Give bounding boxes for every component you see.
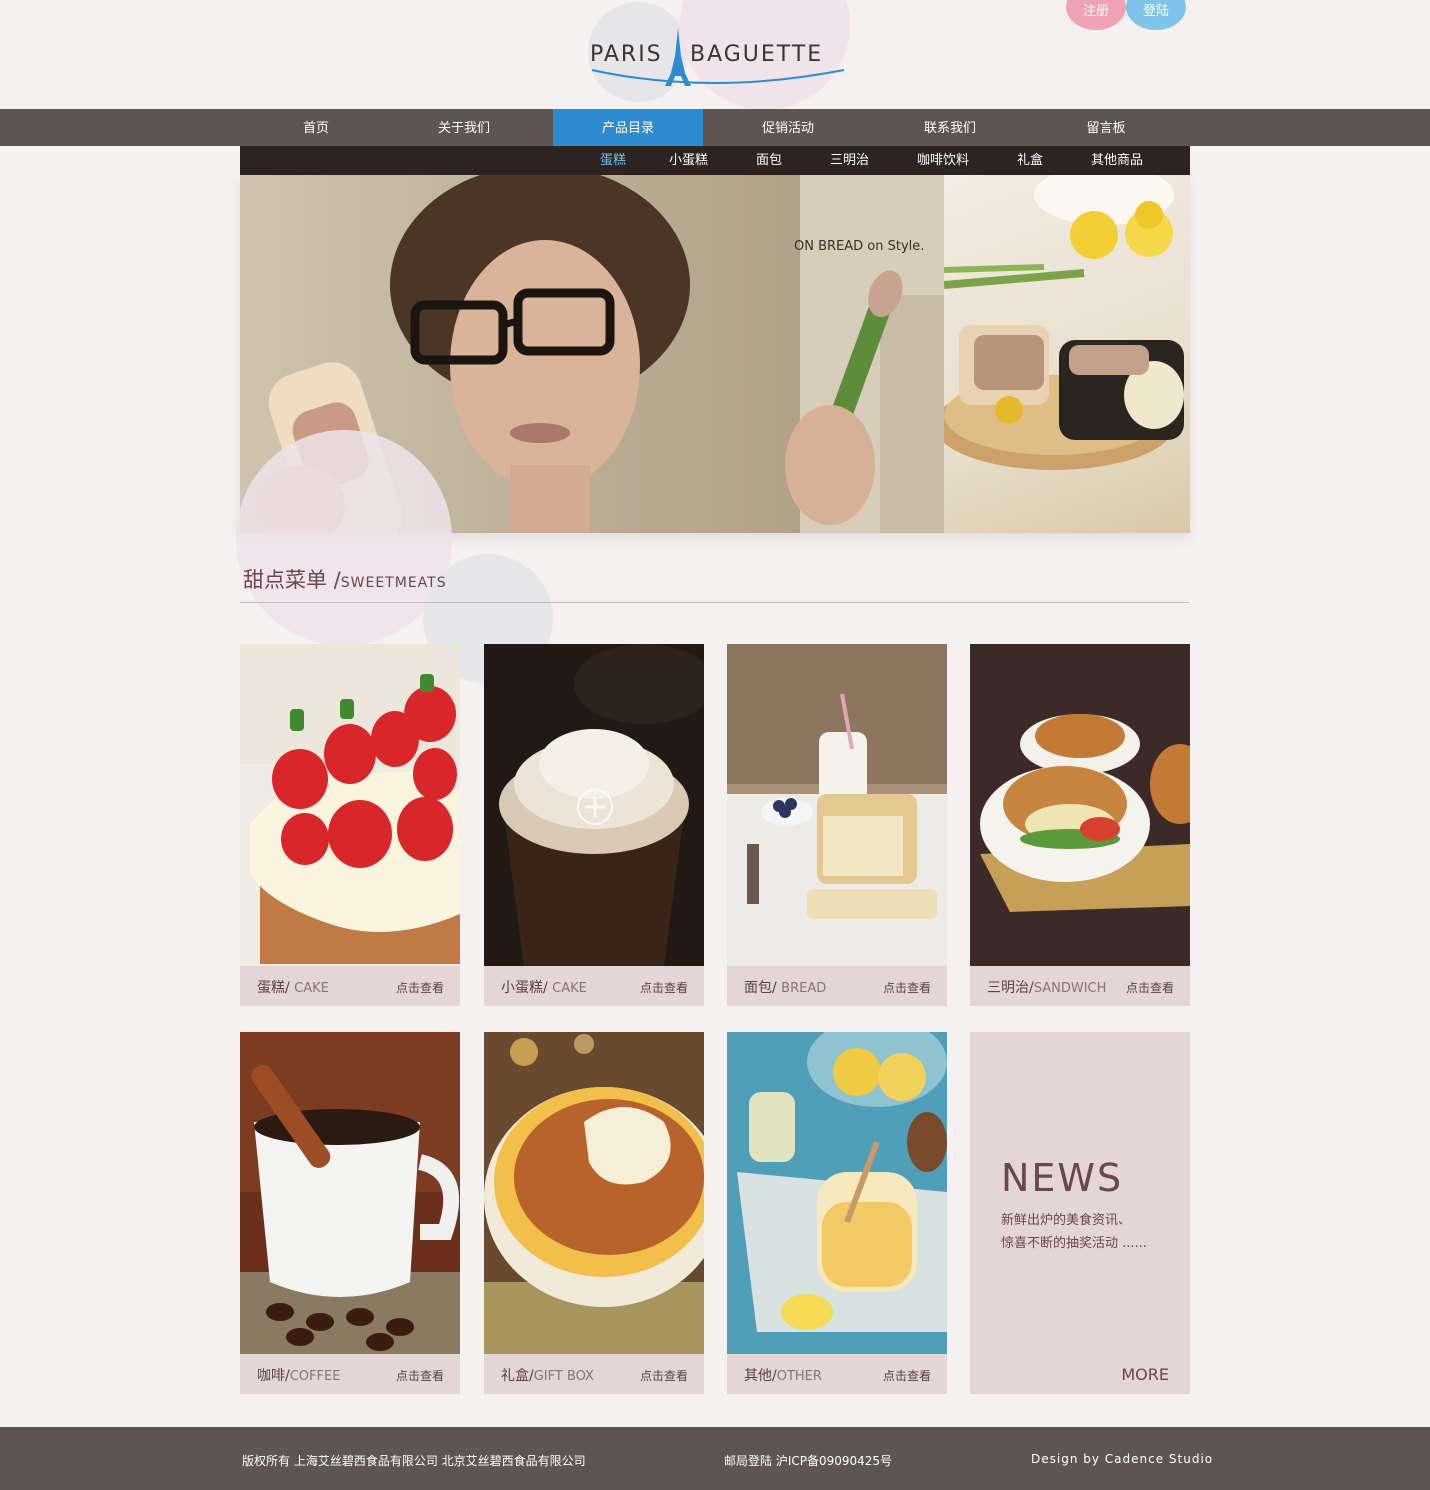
logo-text-paris: PARIS [590,42,663,67]
site-logo[interactable]: PARIS BAGUETTE [590,28,846,90]
caption-cn: 三明治/ [987,980,1034,996]
section-decor-circle [236,430,452,646]
product-card-coffee[interactable]: 咖啡/COFFEE 点击查看 [240,1032,460,1394]
product-card-sandwich[interactable]: 三明治/SANDWICH 点击查看 [970,644,1190,1006]
product-image-coffee[interactable] [240,1032,460,1354]
logo-swoosh [591,69,845,84]
banner-tagline: ON BREAD on Style. [794,239,925,254]
nav-item-about[interactable]: 关于我们 [391,109,537,146]
product-image-cake[interactable] [240,644,460,966]
product-image-bread[interactable] [727,644,947,966]
footer-copyright: 版权所有 上海艾丝碧西食品有限公司 北京艾丝碧西食品有限公司 [242,1454,586,1468]
caption-en: BREAD [781,981,827,996]
product-caption: 咖啡/COFFEE 点击查看 [240,1354,460,1394]
subnav-item-other[interactable]: 其他商品 [1091,146,1143,175]
product-image-sandwich[interactable] [970,644,1190,966]
logo-text-baguette: BAGUETTE [690,42,824,67]
product-card-other[interactable]: 其他/OTHER 点击查看 [727,1032,947,1394]
subnav-item-bread[interactable]: 面包 [756,146,782,175]
section-title-en: SWEETMEATS [340,575,447,591]
footer-mail-icp[interactable]: 邮局登陆 沪ICP备09090425号 [724,1452,892,1469]
subnav-item-sandwich[interactable]: 三明治 [830,146,869,175]
caption-cn: 小蛋糕/ [501,980,553,996]
product-card-bread[interactable]: 面包/ BREAD 点击查看 [727,644,947,1006]
caption-cn: 面包/ [744,980,782,996]
login-button[interactable]: 登陆 [1126,0,1186,30]
product-card-cake[interactable]: 蛋糕/ CAKE 点击查看 [240,644,460,1006]
subnav-item-coffee[interactable]: 咖啡饮料 [917,146,969,175]
product-image-other[interactable] [727,1032,947,1354]
nav-item-home[interactable]: 首页 [241,109,391,146]
caption-cn: 蛋糕/ [257,980,295,996]
caption-en: COFFEE [289,1369,341,1384]
nav-item-guestbook[interactable]: 留言板 [1031,109,1181,146]
view-details-link[interactable]: 点击查看 [883,979,931,996]
nav-item-promotions[interactable]: 促销活动 [713,109,863,146]
product-caption: 其他/OTHER 点击查看 [727,1354,947,1394]
food-illustration [944,175,1184,470]
news-more-link[interactable]: MORE [1121,1365,1169,1384]
view-details-link[interactable]: 点击查看 [883,1367,931,1384]
news-line: 新鲜出炉的美食资讯、 [1001,1213,1132,1228]
product-card-small-cake[interactable]: 小蛋糕/ CAKE 点击查看 [484,644,704,1006]
sub-nav: 蛋糕 小蛋糕 面包 三明治 咖啡饮料 礼盒 其他商品 [240,146,1190,175]
news-title: NEWS [1001,1156,1124,1200]
news-description: 新鲜出炉的美食资讯、 惊喜不断的抽奖活动 ...... [1001,1209,1176,1255]
product-card-giftbox[interactable]: 礼盒/GIFT BOX 点击查看 [484,1032,704,1394]
product-caption: 三明治/SANDWICH 点击查看 [970,966,1190,1006]
caption-en: OTHER [776,1369,822,1384]
view-details-link[interactable]: 点击查看 [396,1367,444,1384]
caption-cn: 礼盒/ [501,1368,534,1384]
view-details-link[interactable]: 点击查看 [640,1367,688,1384]
product-image-giftbox[interactable] [484,1032,704,1354]
news-line: 惊喜不断的抽奖活动 ...... [1001,1236,1147,1251]
caption-cn: 咖啡/ [257,1368,290,1384]
site-footer: 版权所有 上海艾丝碧西食品有限公司 北京艾丝碧西食品有限公司 邮局登陆 沪ICP… [0,1427,1430,1490]
product-caption: 蛋糕/ CAKE 点击查看 [240,966,460,1006]
subnav-item-small-cake[interactable]: 小蛋糕 [669,146,708,175]
product-caption: 礼盒/GIFT BOX 点击查看 [484,1354,704,1394]
subnav-item-cake[interactable]: 蛋糕 [600,146,626,175]
product-caption: 面包/ BREAD 点击查看 [727,966,947,1006]
caption-en: SANDWICH [1033,981,1107,996]
main-nav: 首页 关于我们 产品目录 促销活动 联系我们 留言板 [0,109,1430,146]
caption-cn: 其他/ [744,1368,777,1384]
view-details-link[interactable]: 点击查看 [1126,979,1174,996]
nav-item-products[interactable]: 产品目录 [553,109,703,146]
subnav-item-giftbox[interactable]: 礼盒 [1017,146,1043,175]
view-details-link[interactable]: 点击查看 [640,979,688,996]
news-panel[interactable]: NEWS 新鲜出炉的美食资讯、 惊喜不断的抽奖活动 ...... MORE [970,1032,1190,1394]
caption-en: CAKE [294,981,329,996]
caption-en: CAKE [552,981,587,996]
product-image-small-cake[interactable] [484,644,704,966]
caption-en: GIFT BOX [533,1369,594,1384]
register-button[interactable]: 注册 [1066,0,1126,30]
section-divider [240,602,1189,603]
section-title-cn: 甜点菜单 / [243,568,341,592]
hero-photo-food [944,175,1190,533]
view-details-link[interactable]: 点击查看 [396,979,444,996]
footer-design-credit: Design by Cadence Studio [1031,1452,1214,1466]
section-title: 甜点菜单 /SWEETMEATS [243,564,447,594]
product-caption: 小蛋糕/ CAKE 点击查看 [484,966,704,1006]
nav-item-contact[interactable]: 联系我们 [875,109,1025,146]
